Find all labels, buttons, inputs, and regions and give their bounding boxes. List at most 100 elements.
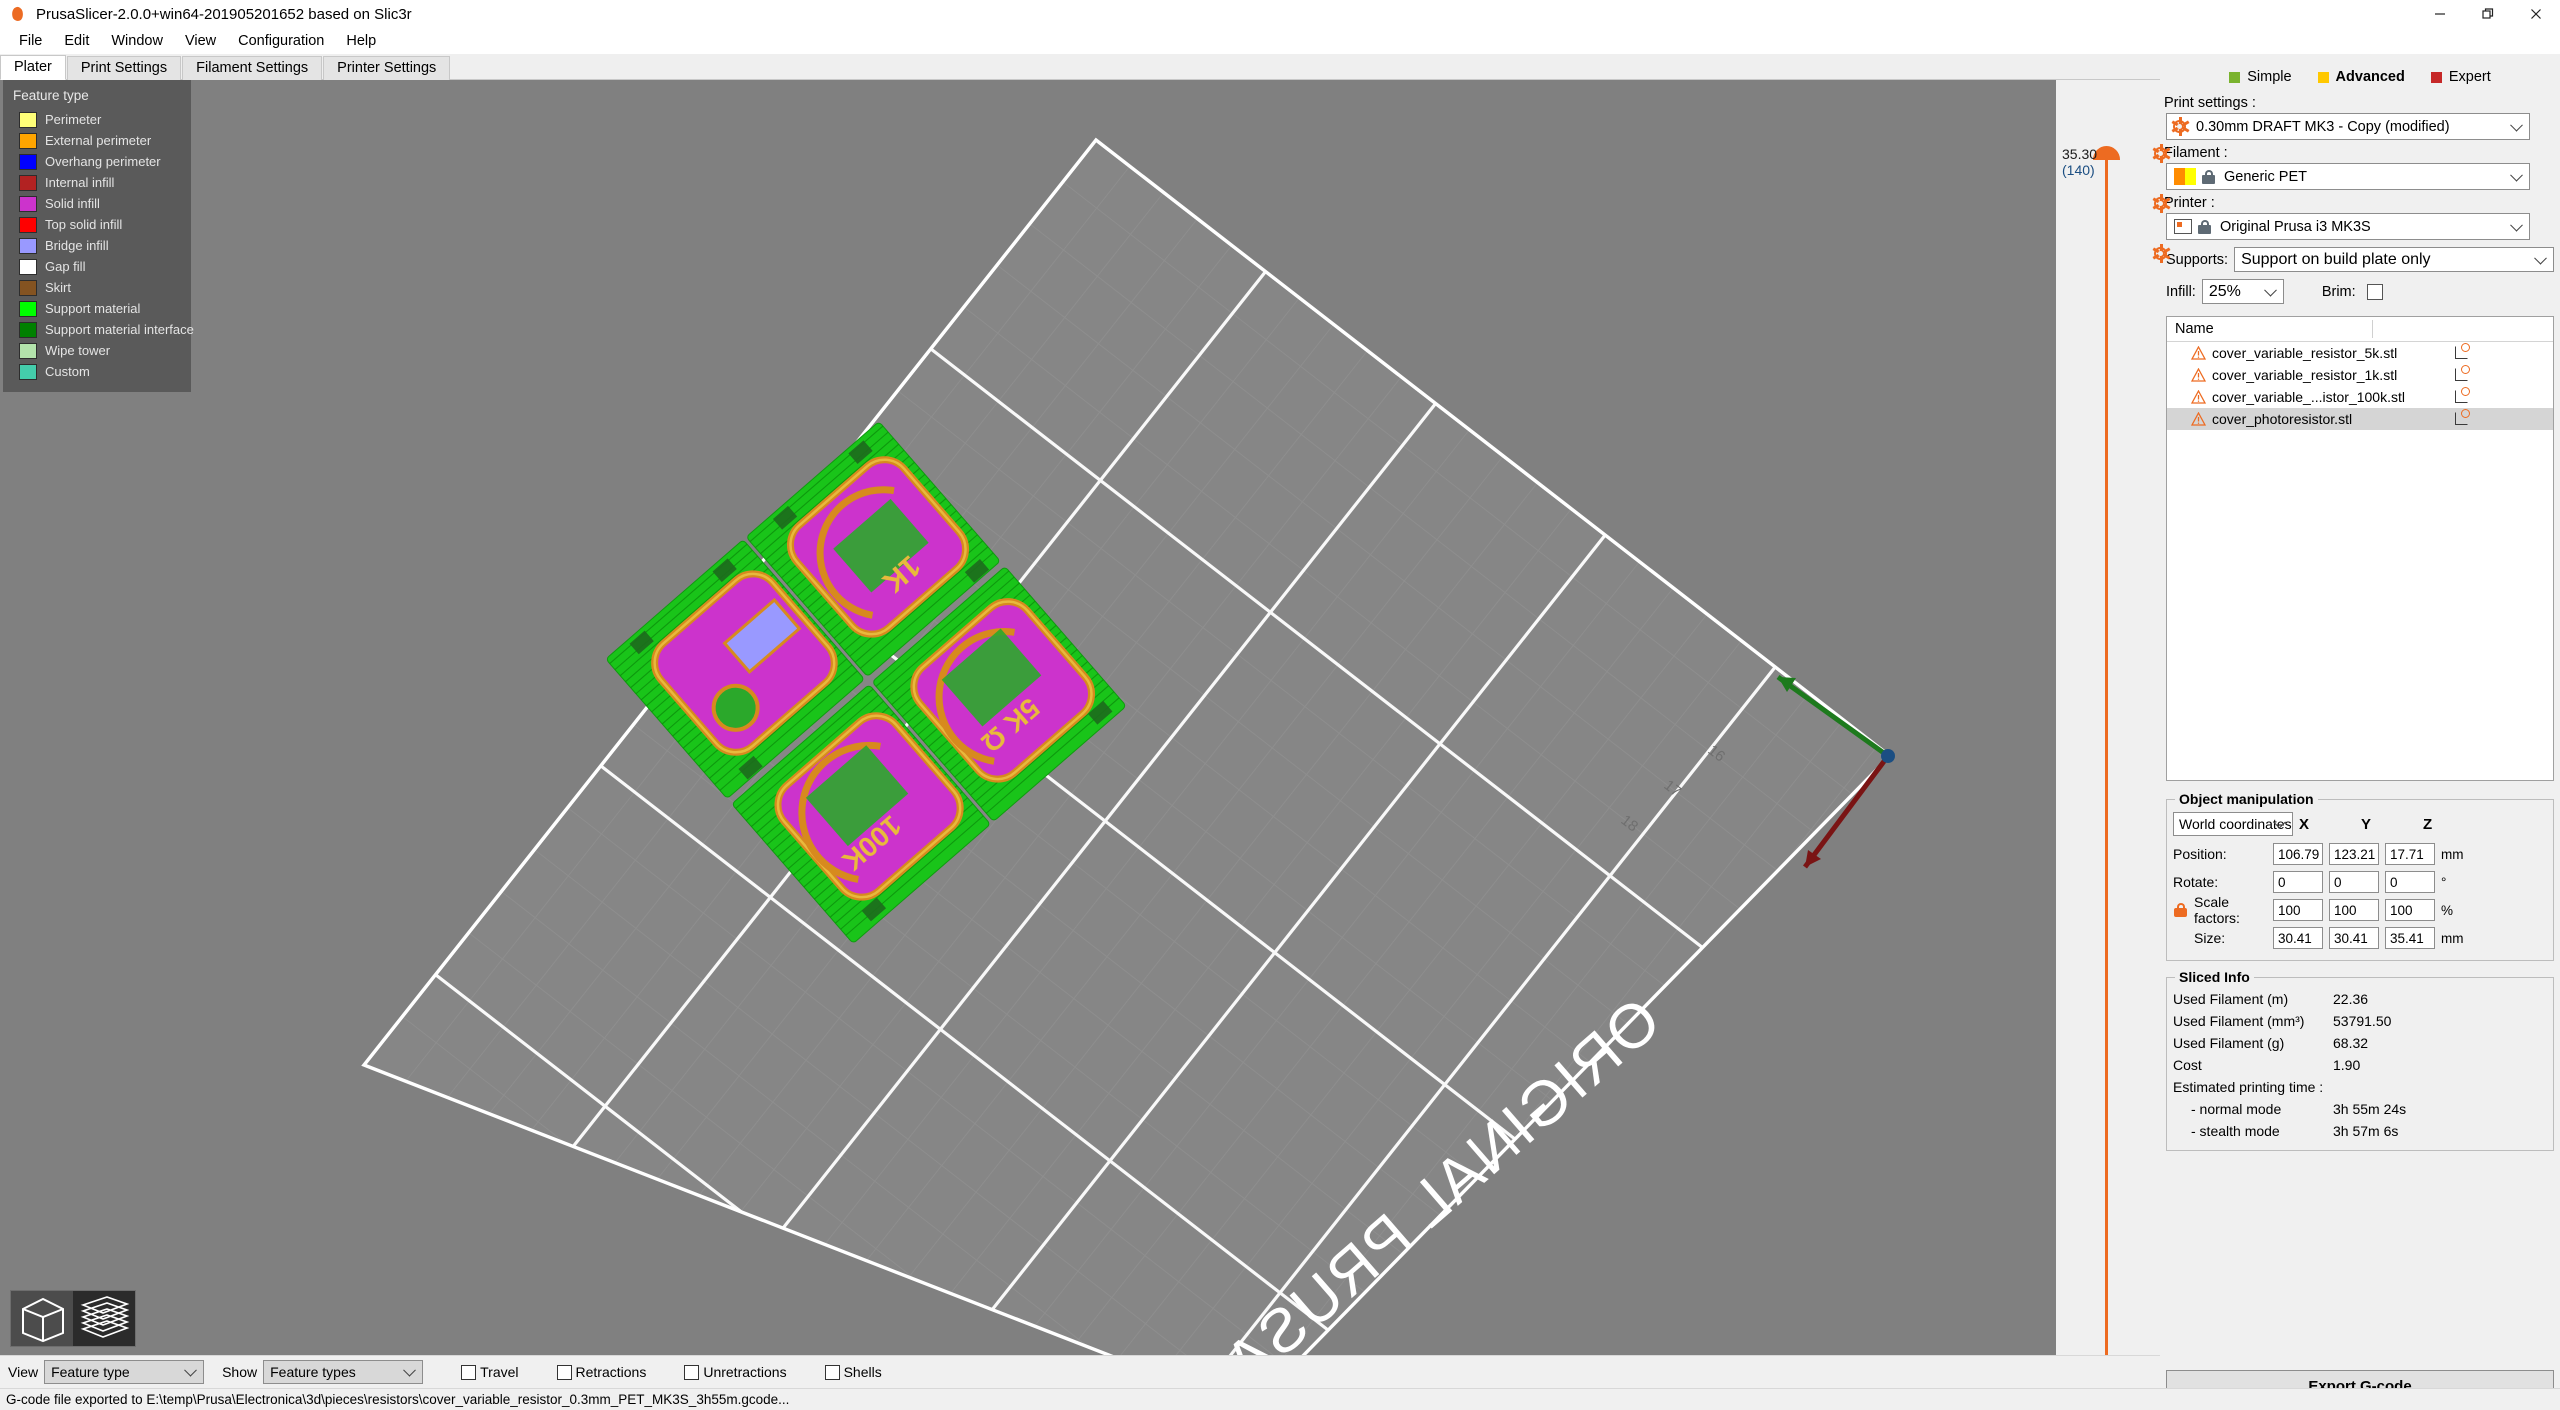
retractions-checkbox-group[interactable]: Retractions <box>556 1364 646 1380</box>
view-combo[interactable]: Feature type <box>44 1360 205 1384</box>
size-y-input[interactable]: 30.41 <box>2329 927 2379 949</box>
sliced-info-row: Used Filament (m) 22.36 <box>2173 988 2547 1010</box>
legend-swatch-top-solid-infill <box>19 216 37 233</box>
feature-type-legend: Feature type Perimeter External perimete… <box>3 80 194 392</box>
chevron-down-icon[interactable] <box>2263 283 2277 297</box>
title-bar: PrusaSlicer-2.0.0+win64-201905201652 bas… <box>0 0 2560 28</box>
menu-edit[interactable]: Edit <box>53 30 100 52</box>
size-z-input[interactable]: 35.41 <box>2385 927 2435 949</box>
sliced-info-panel: Sliced Info Used Filament (m) 22.36 Used… <box>2166 969 2554 1151</box>
show-combo[interactable]: Feature types <box>263 1360 424 1384</box>
chevron-down-icon[interactable] <box>184 1363 197 1377</box>
object-list[interactable]: Name cover_variable_resistor_5k.stl cove… <box>2166 316 2554 781</box>
rotate-z-input[interactable]: 0 <box>2385 871 2435 893</box>
chevron-down-icon[interactable] <box>2510 168 2523 182</box>
chevron-down-icon[interactable] <box>2534 251 2547 265</box>
position-unit: mm <box>2441 846 2464 862</box>
mode-simple-label: Simple <box>2247 69 2292 85</box>
chevron-down-icon[interactable] <box>403 1363 416 1377</box>
print-settings-combo[interactable]: 0.30mm DRAFT MK3 - Copy (modified) <box>2166 113 2530 140</box>
object-settings-icon[interactable] <box>2455 387 2470 403</box>
object-settings-icon[interactable] <box>2455 409 2470 425</box>
menu-window[interactable]: Window <box>100 30 174 52</box>
unretractions-checkbox[interactable] <box>684 1364 700 1380</box>
legend-item: Solid infill <box>11 193 183 214</box>
printer-combo[interactable]: Original Prusa i3 MK3S <box>2166 213 2530 240</box>
object-list-row[interactable]: cover_variable_resistor_5k.stl <box>2167 342 2553 364</box>
travel-checkbox[interactable] <box>461 1364 477 1380</box>
maximize-icon[interactable] <box>2464 0 2512 28</box>
sliced-info-row: Used Filament (g) 68.32 <box>2173 1032 2547 1054</box>
uniform-scale-lock-icon[interactable] <box>2173 902 2188 918</box>
window-controls <box>2416 0 2560 28</box>
mode-simple-dot <box>2229 71 2241 83</box>
menu-view[interactable]: View <box>174 30 227 52</box>
scale-y-input[interactable]: 100 <box>2329 899 2379 921</box>
3d-viewport[interactable]: ORIGINAL PRUSA i3 16 17 18 1K 100K 5K Ω … <box>0 80 2056 1355</box>
tab-filament-settings[interactable]: Filament Settings <box>182 56 323 80</box>
mode-simple[interactable]: Simple <box>2229 69 2292 85</box>
close-icon[interactable] <box>2512 0 2560 28</box>
sliced-info-row: Used Filament (mm³) 53791.50 <box>2173 1010 2547 1032</box>
minimize-icon[interactable] <box>2416 0 2464 28</box>
warning-icon <box>2190 389 2207 404</box>
filament-combo[interactable]: Generic PET <box>2166 163 2530 190</box>
unretractions-checkbox-group[interactable]: Unretractions <box>684 1364 787 1380</box>
printer-label: Printer : <box>2164 195 2215 211</box>
size-x-input[interactable]: 30.41 <box>2273 927 2323 949</box>
layer-slider-upper-handle[interactable] <box>2093 146 2120 160</box>
layer-slider-top-layer: (140) <box>2062 162 2095 178</box>
position-z-input[interactable]: 17.71 <box>2385 843 2435 865</box>
mode-expert[interactable]: Expert <box>2430 69 2491 85</box>
position-x-input[interactable]: 106.79 <box>2273 843 2323 865</box>
sliced-info-row: - stealth mode 3h 57m 6s <box>2173 1120 2547 1142</box>
rotate-y-input[interactable]: 0 <box>2329 871 2379 893</box>
column-divider[interactable] <box>2372 320 2373 338</box>
object-list-row[interactable]: cover_variable_...istor_100k.stl <box>2167 386 2553 408</box>
legend-item: External perimeter <box>11 130 183 151</box>
menu-file[interactable]: File <box>8 30 53 52</box>
layer-preview-toggle[interactable] <box>73 1291 135 1346</box>
shells-checkbox[interactable] <box>824 1364 840 1380</box>
tab-print-settings[interactable]: Print Settings <box>66 56 182 80</box>
chevron-down-icon[interactable] <box>2510 218 2523 232</box>
unretractions-label: Unretractions <box>703 1364 787 1380</box>
legend-label: Internal infill <box>45 175 115 190</box>
shells-checkbox-group[interactable]: Shells <box>824 1364 882 1380</box>
rotate-x-input[interactable]: 0 <box>2273 871 2323 893</box>
legend-item: Internal infill <box>11 172 183 193</box>
tab-plater[interactable]: Plater <box>0 55 66 80</box>
stealth-mode-label: - stealth mode <box>2191 1123 2280 1139</box>
legend-label: Top solid infill <box>45 217 123 232</box>
window-title: PrusaSlicer-2.0.0+win64-201905201652 bas… <box>36 5 412 23</box>
infill-combo[interactable]: 25% <box>2201 279 2284 304</box>
object-list-row-selected[interactable]: cover_photoresistor.stl <box>2167 408 2553 430</box>
warning-icon <box>2190 367 2207 382</box>
scale-label: Scale factors: <box>2194 894 2240 926</box>
mode-advanced[interactable]: Advanced <box>2317 69 2405 85</box>
chevron-down-icon[interactable] <box>2510 118 2523 132</box>
tab-printer-settings[interactable]: Printer Settings <box>323 56 451 80</box>
menu-configuration[interactable]: Configuration <box>227 30 335 52</box>
legend-item: Gap fill <box>11 256 183 277</box>
supports-combo[interactable]: Support on build plate only <box>2234 247 2554 272</box>
scale-z-input[interactable]: 100 <box>2385 899 2435 921</box>
3d-view-toggle[interactable] <box>11 1291 73 1346</box>
scale-x-input[interactable]: 100 <box>2273 899 2323 921</box>
layer-slider[interactable]: 35.30 (140) 0.20 (1) <box>2056 80 2160 1410</box>
object-settings-icon[interactable] <box>2455 343 2470 359</box>
used-filament-mm3-label: Used Filament (mm³) <box>2173 1013 2305 1029</box>
retractions-checkbox[interactable] <box>556 1364 572 1380</box>
layer-slider-track[interactable] <box>2105 158 2108 1408</box>
coordinate-system-combo[interactable]: World coordinates <box>2173 812 2293 836</box>
brim-checkbox[interactable] <box>2366 283 2383 300</box>
object-settings-icon[interactable] <box>2455 365 2470 381</box>
menu-help[interactable]: Help <box>335 30 387 52</box>
view-mode-toggle-group[interactable] <box>10 1290 136 1347</box>
axis-label-x: X <box>2299 815 2310 833</box>
position-y-input[interactable]: 123.21 <box>2329 843 2379 865</box>
object-list-row[interactable]: cover_variable_resistor_1k.stl <box>2167 364 2553 386</box>
filament-color-swatch <box>2174 168 2196 185</box>
scale-label-wrap: Scale factors: <box>2173 894 2273 926</box>
travel-checkbox-group[interactable]: Travel <box>461 1364 519 1380</box>
